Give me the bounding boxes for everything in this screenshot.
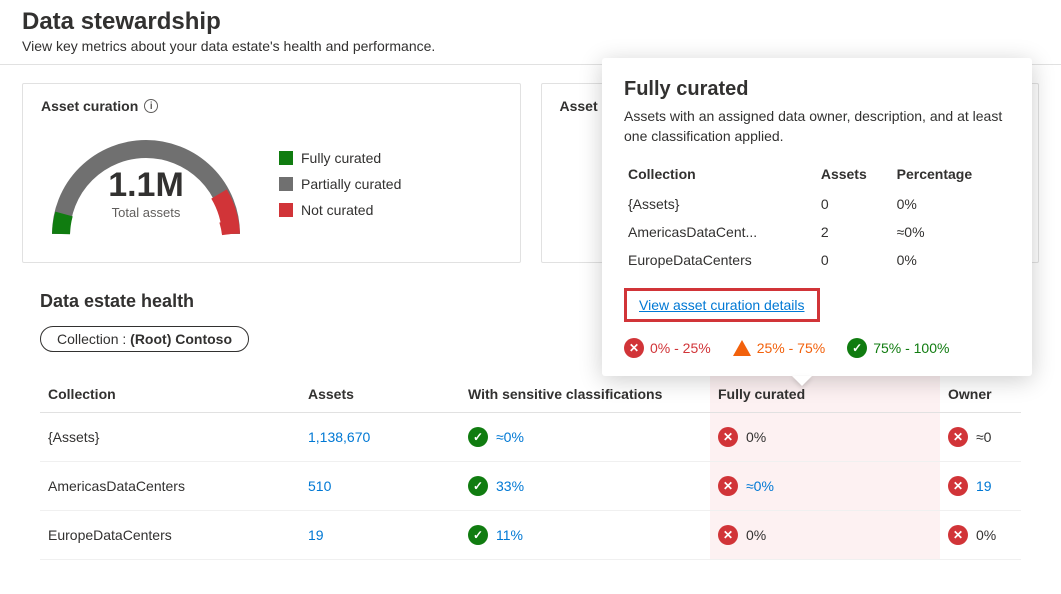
collection-filter-pill[interactable]: Collection : (Root) Contoso (40, 326, 249, 352)
sensitive-link[interactable]: ≈0% (496, 429, 524, 445)
close-icon: ✕ (718, 427, 738, 447)
asset-curation-gauge: 1.1M Total assets (41, 124, 251, 244)
fully-curated-popover: Fully curated Assets with an assigned da… (602, 58, 1032, 376)
table-row: {Assets} 1,138,670 ✓ ≈0% ✕ 0% ✕ ≈0 (40, 413, 1021, 462)
sensitive-link[interactable]: 33% (496, 478, 524, 494)
popover-row: {Assets} 0 0% (624, 190, 1010, 218)
popover-cell: ≈0% (893, 218, 1010, 246)
swatch-red (279, 203, 293, 217)
range-mid: 25% - 75% (757, 340, 825, 356)
owner-value: 0% (976, 527, 996, 543)
popover-cell: AmericasDataCent... (624, 218, 817, 246)
popover-header-percentage: Percentage (893, 160, 1010, 190)
popover-header-collection: Collection (624, 160, 817, 190)
warning-icon (733, 340, 751, 356)
popover-cell: 0 (817, 246, 893, 274)
check-icon: ✓ (468, 427, 488, 447)
filter-prefix: Collection : (57, 331, 130, 347)
close-icon: ✕ (718, 476, 738, 496)
popover-arrow (792, 376, 812, 386)
legend-label: Partially curated (301, 176, 401, 192)
cell-collection: {Assets} (40, 413, 300, 462)
header-collection[interactable]: Collection (40, 376, 300, 413)
popover-row: AmericasDataCent... 2 ≈0% (624, 218, 1010, 246)
close-icon: ✕ (948, 525, 968, 545)
header-fully-curated[interactable]: Fully curated (710, 376, 940, 413)
assets-link[interactable]: 510 (308, 478, 331, 494)
gauge-total-label: Total assets (41, 205, 251, 220)
owner-link[interactable]: 19 (976, 478, 992, 494)
fully-link[interactable]: ≈0% (746, 478, 774, 494)
cell-collection: AmericasDataCenters (40, 462, 300, 511)
header-assets[interactable]: Assets (300, 376, 460, 413)
close-icon: ✕ (624, 338, 644, 358)
card-title-label: Asset curation (41, 98, 138, 114)
sensitive-link[interactable]: 11% (496, 527, 523, 543)
cell-collection: EuropeDataCenters (40, 511, 300, 560)
legend-partially-curated: Partially curated (279, 176, 401, 192)
check-icon: ✓ (847, 338, 867, 358)
info-icon[interactable]: i (144, 99, 158, 113)
range-high: 75% - 100% (873, 340, 949, 356)
page-title: Data stewardship (0, 0, 1061, 38)
popover-table: Collection Assets Percentage {Assets} 0 … (624, 160, 1010, 274)
close-icon: ✕ (948, 476, 968, 496)
popover-cell: 0% (893, 246, 1010, 274)
popover-description: Assets with an assigned data owner, desc… (624, 107, 1010, 146)
swatch-gray (279, 177, 293, 191)
assets-link[interactable]: 1,138,670 (308, 429, 370, 445)
health-table: Collection Assets With sensitive classif… (40, 376, 1021, 560)
close-icon: ✕ (718, 525, 738, 545)
popover-header-assets: Assets (817, 160, 893, 190)
header-owner[interactable]: Owner (940, 376, 1021, 413)
filter-value: (Root) Contoso (130, 331, 232, 347)
legend-not-curated: Not curated (279, 202, 401, 218)
range-low: 0% - 25% (650, 340, 711, 356)
gauge-total-value: 1.1M (41, 166, 251, 205)
asset-curation-card: Asset curation i 1.1M Total assets (22, 83, 521, 263)
fully-value: 0% (746, 527, 766, 543)
popover-row: EuropeDataCenters 0 0% (624, 246, 1010, 274)
header-sensitive[interactable]: With sensitive classifications (460, 376, 710, 413)
gauge-legend: Fully curated Partially curated Not cura… (279, 150, 401, 218)
close-icon: ✕ (948, 427, 968, 447)
popover-cell: 0 (817, 190, 893, 218)
table-row: AmericasDataCenters 510 ✓ 33% ✕ ≈0% ✕ 19 (40, 462, 1021, 511)
popover-ranges: ✕ 0% - 25% 25% - 75% ✓ 75% - 100% (624, 338, 1010, 358)
popover-title: Fully curated (624, 78, 1010, 101)
legend-fully-curated: Fully curated (279, 150, 401, 166)
popover-cell: 2 (817, 218, 893, 246)
check-icon: ✓ (468, 476, 488, 496)
legend-label: Fully curated (301, 150, 381, 166)
legend-label: Not curated (301, 202, 373, 218)
assets-link[interactable]: 19 (308, 527, 324, 543)
table-row: EuropeDataCenters 19 ✓ 11% ✕ 0% ✕ 0% (40, 511, 1021, 560)
popover-cell: 0% (893, 190, 1010, 218)
popover-cell: EuropeDataCenters (624, 246, 817, 274)
check-icon: ✓ (468, 525, 488, 545)
owner-value: ≈0 (976, 429, 991, 445)
popover-cell: {Assets} (624, 190, 817, 218)
swatch-green (279, 151, 293, 165)
fully-value: 0% (746, 429, 766, 445)
view-details-link[interactable]: View asset curation details (624, 288, 820, 322)
